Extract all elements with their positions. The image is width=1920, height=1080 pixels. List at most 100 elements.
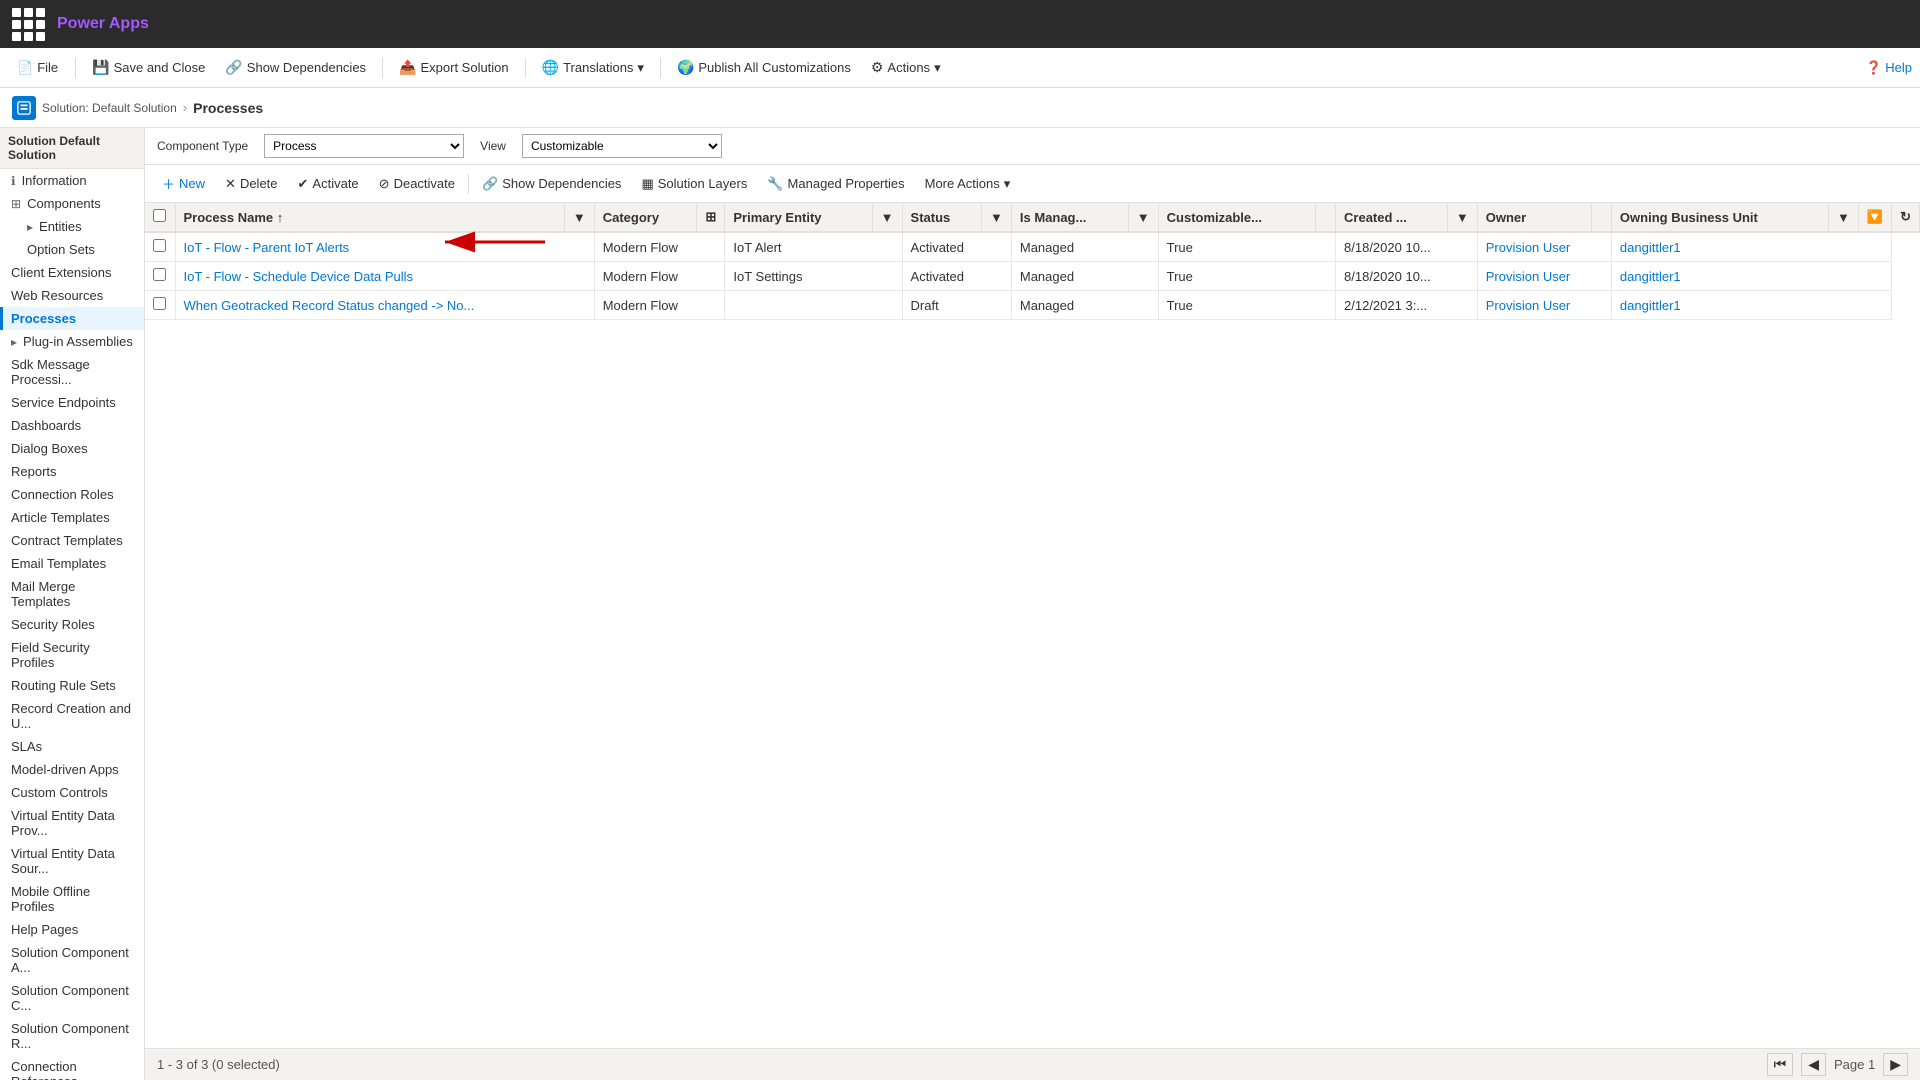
- help-button[interactable]: ❓ Help: [1866, 60, 1912, 76]
- sidebar-item-22[interactable]: SLAs: [0, 735, 144, 758]
- sidebar-item-31[interactable]: Solution Component R...: [0, 1017, 144, 1055]
- col-managed[interactable]: Is Manag...: [1011, 203, 1128, 232]
- col-filter6[interactable]: [1316, 203, 1336, 232]
- row-owner-2[interactable]: Provision User: [1477, 291, 1611, 320]
- col-owner[interactable]: Owner: [1477, 203, 1591, 232]
- file-button[interactable]: 📄 File: [8, 55, 67, 81]
- sidebar-item-13[interactable]: Connection Roles: [0, 483, 144, 506]
- component-type-select[interactable]: Process: [264, 134, 464, 158]
- prev-page-button[interactable]: ◀: [1801, 1053, 1826, 1076]
- sidebar-item-1[interactable]: ⊞Components: [0, 192, 144, 215]
- row-checkbox-0[interactable]: [153, 239, 166, 252]
- publish-all-button[interactable]: 🌍 Publish All Customizations: [669, 55, 859, 80]
- sidebar-item-14[interactable]: Article Templates: [0, 506, 144, 529]
- sidebar-item-21[interactable]: Record Creation and U...: [0, 697, 144, 735]
- row-owning-bu-0[interactable]: dangittler1: [1611, 232, 1891, 262]
- more-actions-button[interactable]: More Actions ▾: [916, 171, 1020, 197]
- show-deps-action-button[interactable]: 🔗 Show Dependencies: [473, 171, 630, 197]
- save-close-button[interactable]: 💾 Save and Close: [84, 55, 213, 80]
- table-scroll[interactable]: Process Name ↑ ▼ Category ⊞ Primary Enti…: [145, 203, 1920, 1048]
- row-owning-bu-1[interactable]: dangittler1: [1611, 262, 1891, 291]
- sidebar-item-16[interactable]: Email Templates: [0, 552, 144, 575]
- sidebar-item-28[interactable]: Help Pages: [0, 918, 144, 941]
- col-filter4[interactable]: ▼: [981, 203, 1011, 232]
- sidebar-item-30[interactable]: Solution Component C...: [0, 979, 144, 1017]
- row-owner-0[interactable]: Provision User: [1477, 232, 1611, 262]
- row-process-name-1[interactable]: IoT - Flow - Schedule Device Data Pulls: [175, 262, 594, 291]
- sidebar-item-20[interactable]: Routing Rule Sets: [0, 674, 144, 697]
- translations-button[interactable]: 🌐 Translations ▾: [534, 55, 652, 80]
- sidebar-item-17[interactable]: Mail Merge Templates: [0, 575, 144, 613]
- app-menu-icon[interactable]: [12, 8, 45, 41]
- props-icon: 🔧: [767, 176, 783, 192]
- sidebar-item-27[interactable]: Mobile Offline Profiles: [0, 880, 144, 918]
- deactivate-button[interactable]: ⊘ Deactivate: [370, 171, 464, 197]
- col-filter3[interactable]: ▼: [872, 203, 902, 232]
- sidebar-item-12[interactable]: Reports: [0, 460, 144, 483]
- export-solution-button[interactable]: 📤 Export Solution: [391, 55, 517, 80]
- sidebar-item-2[interactable]: ▸Entities: [0, 215, 144, 238]
- sidebar-item-5[interactable]: Web Resources: [0, 284, 144, 307]
- sidebar-item-18[interactable]: Security Roles: [0, 613, 144, 636]
- sidebar-item-24[interactable]: Custom Controls: [0, 781, 144, 804]
- col-filter7[interactable]: ▼: [1447, 203, 1477, 232]
- col-refresh-icon[interactable]: ↻: [1892, 203, 1920, 232]
- managed-props-button[interactable]: 🔧 Managed Properties: [758, 171, 913, 197]
- show-deps-toolbar-button[interactable]: 🔗 Show Dependencies: [217, 55, 374, 80]
- first-page-button[interactable]: ⏮: [1767, 1053, 1794, 1076]
- table-row[interactable]: When Geotracked Record Status changed ->…: [145, 291, 1920, 320]
- row-managed-1: Managed: [1011, 262, 1158, 291]
- sidebar-item-6[interactable]: Processes: [0, 307, 144, 330]
- sidebar-item-7[interactable]: ▸Plug-in Assemblies: [0, 330, 144, 353]
- row-checkbox-1[interactable]: [153, 268, 166, 281]
- col-process-name[interactable]: Process Name ↑: [175, 203, 564, 232]
- component-bar: Component Type Process View Customizable: [145, 128, 1920, 165]
- sidebar-item-8[interactable]: Sdk Message Processi...: [0, 353, 144, 391]
- sidebar-items: ℹInformation⊞Components▸EntitiesOption S…: [0, 169, 144, 1080]
- col-filter8[interactable]: [1591, 203, 1611, 232]
- breadcrumb-separator: ›: [183, 100, 187, 115]
- sidebar-item-29[interactable]: Solution Component A...: [0, 941, 144, 979]
- table-row[interactable]: IoT - Flow - Parent IoT AlertsModern Flo…: [145, 232, 1920, 262]
- row-owner-1[interactable]: Provision User: [1477, 262, 1611, 291]
- sidebar-item-9[interactable]: Service Endpoints: [0, 391, 144, 414]
- col-created[interactable]: Created ...: [1336, 203, 1448, 232]
- row-owning-bu-2[interactable]: dangittler1: [1611, 291, 1891, 320]
- sidebar-item-3[interactable]: Option Sets: [0, 238, 144, 261]
- sidebar-item-26[interactable]: Virtual Entity Data Sour...: [0, 842, 144, 880]
- sidebar-item-4[interactable]: Client Extensions: [0, 261, 144, 284]
- row-checkbox-2[interactable]: [153, 297, 166, 310]
- sidebar-item-32[interactable]: Connection References: [0, 1055, 144, 1080]
- sidebar-item-15[interactable]: Contract Templates: [0, 529, 144, 552]
- sidebar-item-label-4: Client Extensions: [11, 265, 111, 280]
- row-process-name-2[interactable]: When Geotracked Record Status changed ->…: [175, 291, 594, 320]
- col-filter5[interactable]: ▼: [1128, 203, 1158, 232]
- col-category[interactable]: Category: [594, 203, 697, 232]
- solution-layers-button[interactable]: ▦ Solution Layers: [632, 171, 756, 197]
- sidebar-item-23[interactable]: Model-driven Apps: [0, 758, 144, 781]
- col-status[interactable]: Status: [902, 203, 981, 232]
- sidebar-item-10[interactable]: Dashboards: [0, 414, 144, 437]
- col-filter9[interactable]: ▼: [1829, 203, 1859, 232]
- delete-button[interactable]: ✕ Delete: [216, 171, 286, 197]
- col-filter-icon[interactable]: 🔽: [1858, 203, 1891, 232]
- row-created-0: 8/18/2020 10...: [1336, 232, 1478, 262]
- view-select[interactable]: Customizable: [522, 134, 722, 158]
- activate-button[interactable]: ✔ Activate: [289, 171, 368, 197]
- select-all-header[interactable]: [145, 203, 175, 232]
- actions-button[interactable]: ⚙ Actions ▾: [863, 55, 949, 80]
- sidebar-item-25[interactable]: Virtual Entity Data Prov...: [0, 804, 144, 842]
- col-primary-entity[interactable]: Primary Entity: [725, 203, 872, 232]
- col-customizable[interactable]: Customizable...: [1158, 203, 1315, 232]
- new-button[interactable]: ＋ New: [153, 169, 214, 198]
- row-process-name-0[interactable]: IoT - Flow - Parent IoT Alerts: [175, 232, 594, 262]
- sidebar-item-0[interactable]: ℹInformation: [0, 169, 144, 192]
- col-filter2[interactable]: ⊞: [697, 203, 725, 232]
- sidebar-item-19[interactable]: Field Security Profiles: [0, 636, 144, 674]
- select-all-checkbox[interactable]: [153, 209, 166, 222]
- sidebar-item-11[interactable]: Dialog Boxes: [0, 437, 144, 460]
- table-row[interactable]: IoT - Flow - Schedule Device Data Pulls M…: [145, 262, 1920, 291]
- next-page-button[interactable]: ▶: [1883, 1053, 1908, 1076]
- col-filter[interactable]: ▼: [564, 203, 594, 232]
- col-owning-bu[interactable]: Owning Business Unit: [1611, 203, 1828, 232]
